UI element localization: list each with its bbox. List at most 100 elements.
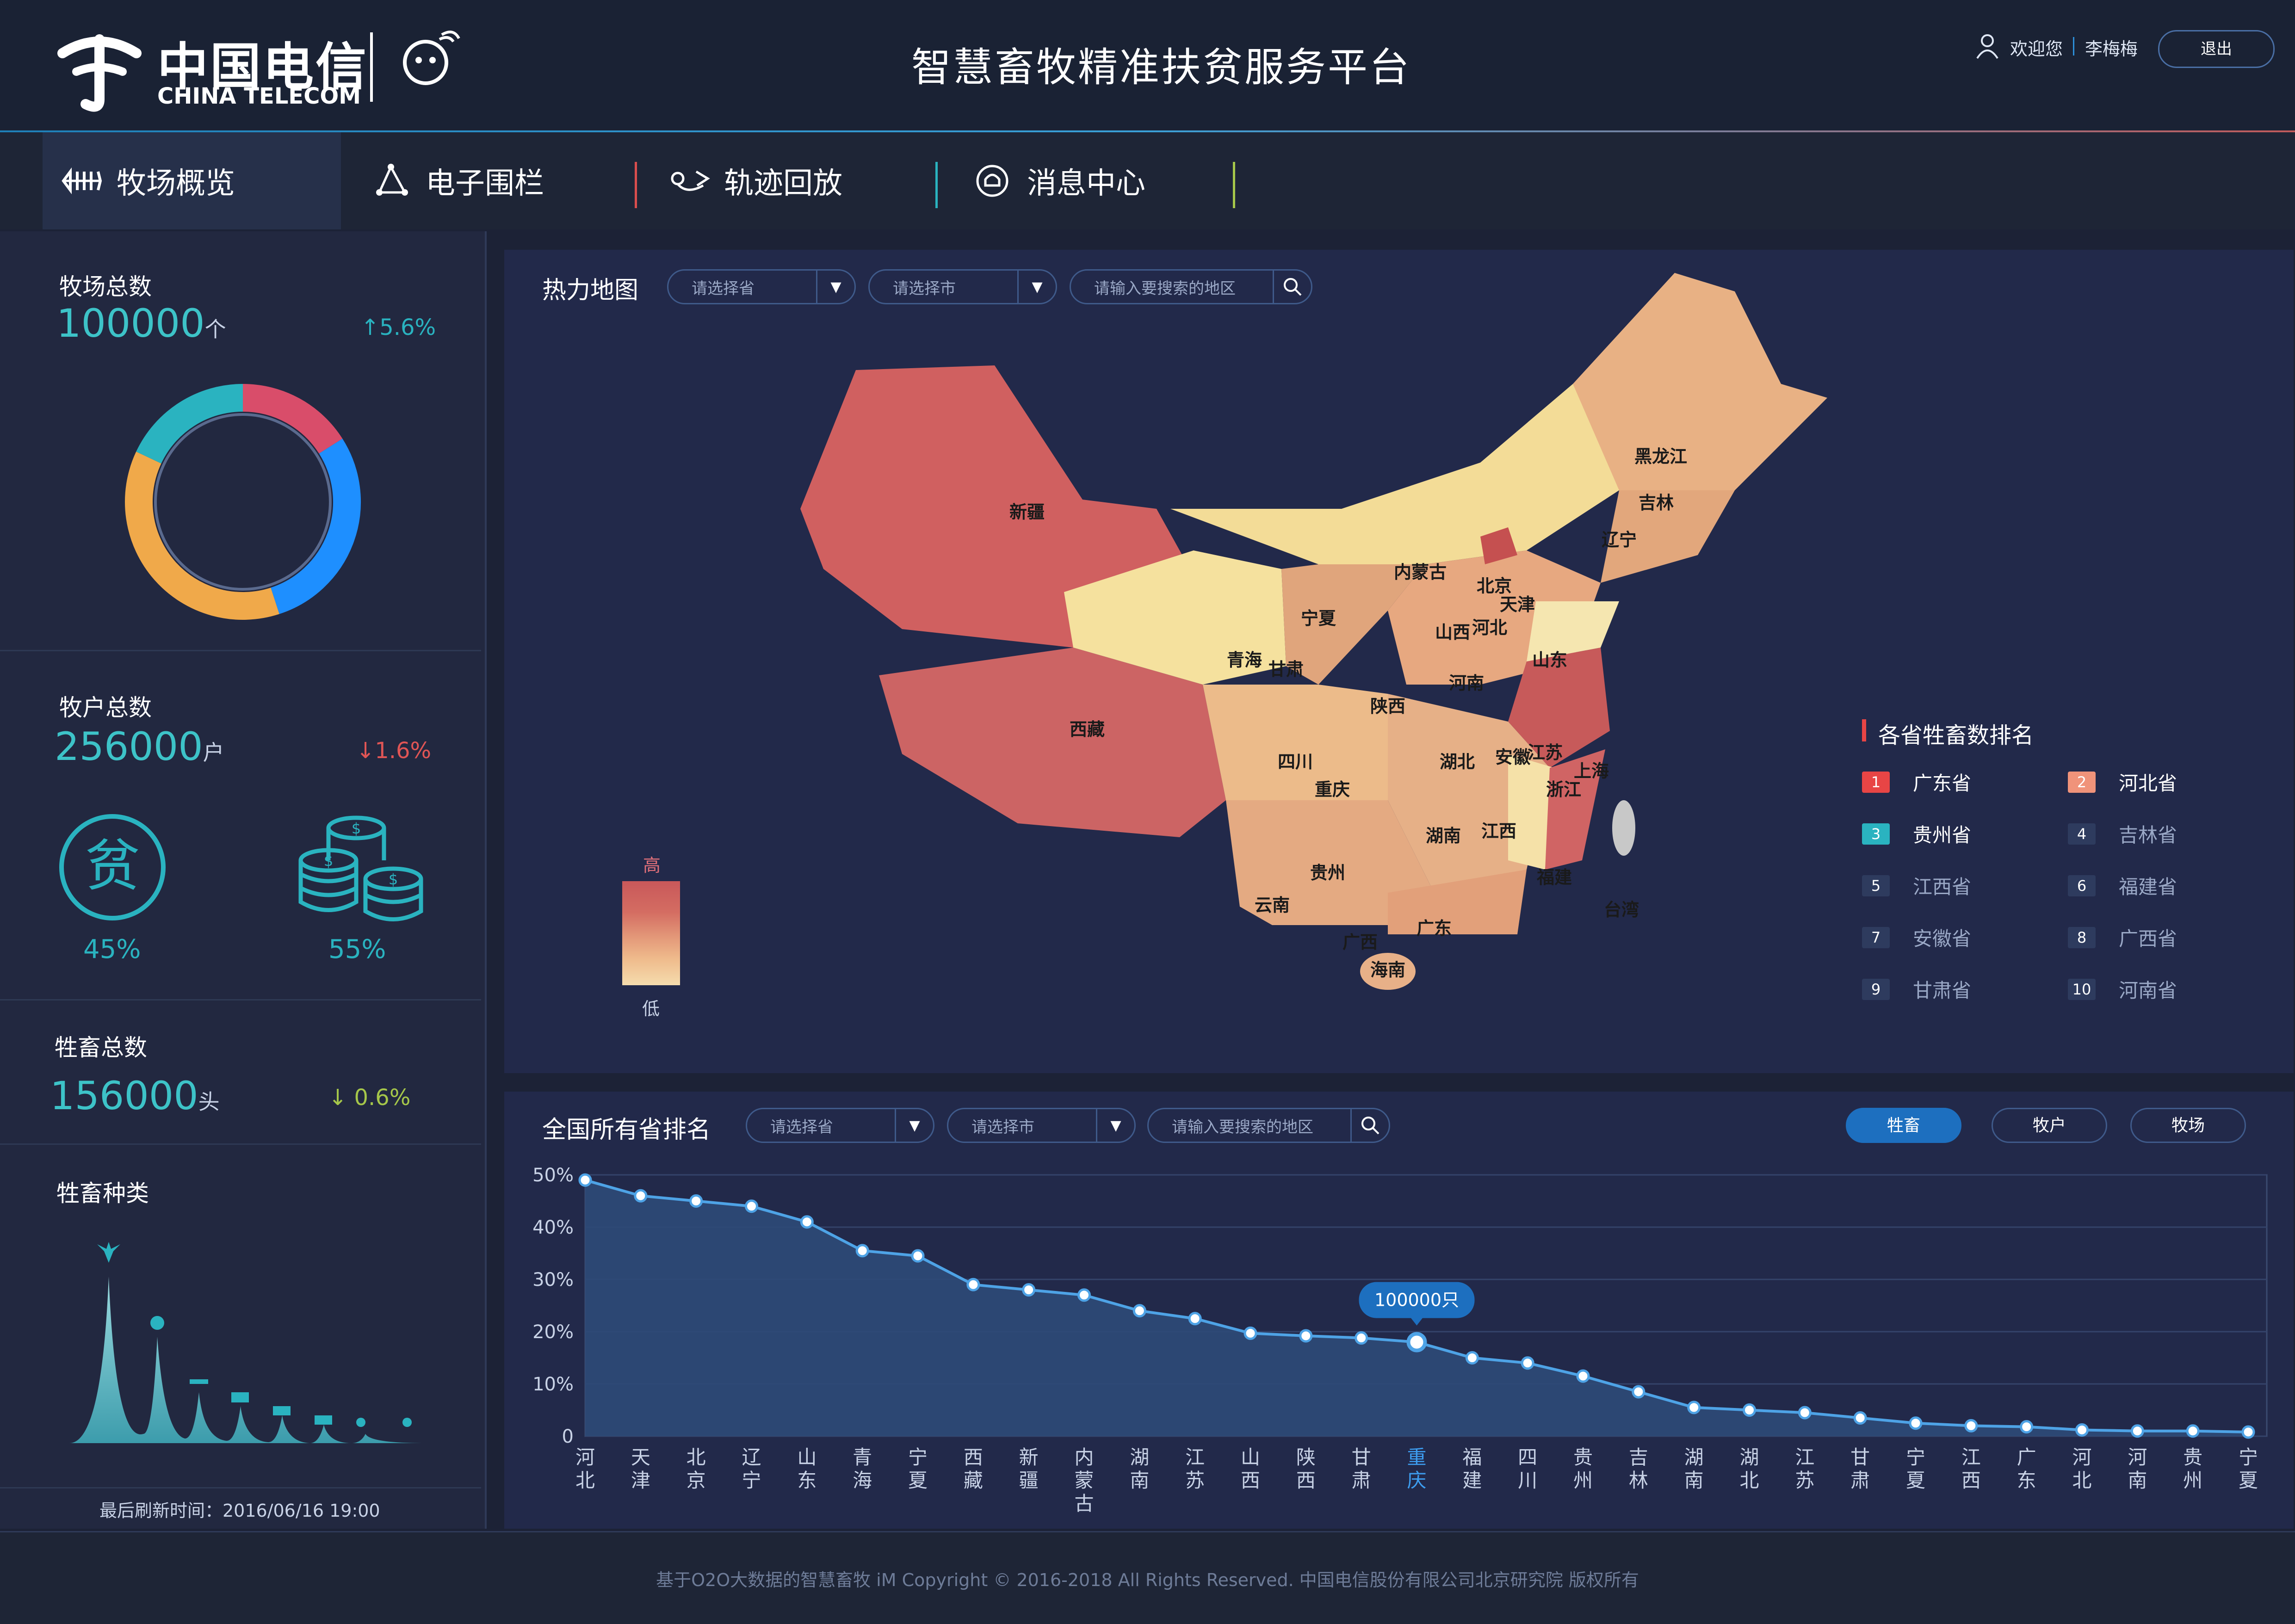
x-tick-label: 内 bbox=[1074, 1446, 1094, 1469]
ranking-item[interactable]: 9 甘肃省 bbox=[1862, 975, 1971, 1003]
data-point[interactable] bbox=[1465, 1351, 1479, 1365]
province-label: 贵州 bbox=[1310, 863, 1345, 883]
ranking-item[interactable]: 7 安徽省 bbox=[1862, 923, 1971, 951]
rank-badge: 3 bbox=[1862, 823, 1890, 845]
x-tick-label: 江 bbox=[1961, 1446, 1981, 1469]
data-point[interactable] bbox=[800, 1215, 814, 1229]
data-point[interactable] bbox=[2130, 1424, 2144, 1438]
x-tick-label: 宁 bbox=[2239, 1446, 2258, 1469]
province-ranking-chart[interactable]: 010%20%30%40%50%河北天津北京辽宁山东青海宁夏西藏新疆内蒙古湖南江… bbox=[509, 1156, 2290, 1526]
tab-electronic-fence[interactable]: 电子围栏 bbox=[370, 132, 629, 229]
data-point[interactable] bbox=[1743, 1403, 1756, 1417]
y-tick-label: 0 bbox=[562, 1426, 574, 1447]
x-tick-label: 藏 bbox=[964, 1469, 983, 1492]
data-point[interactable] bbox=[2241, 1425, 2255, 1439]
province-label: 北京 bbox=[1477, 576, 1512, 596]
chevron-down-icon[interactable]: ▼ bbox=[1096, 1109, 1134, 1142]
data-point[interactable] bbox=[1964, 1419, 1978, 1433]
data-point[interactable] bbox=[1022, 1283, 1036, 1297]
herder-total-value-group: 256000户 bbox=[55, 724, 224, 769]
data-point[interactable] bbox=[2020, 1420, 2034, 1434]
ranch-donut-chart bbox=[125, 384, 361, 620]
rank-province-name: 贵州省 bbox=[1913, 824, 1972, 846]
welcome-text: 欢迎您 bbox=[2010, 39, 2063, 59]
x-tick-label: 河 bbox=[575, 1446, 595, 1469]
x-tick-label: 新 bbox=[1019, 1446, 1039, 1469]
x-tick-label: 湖 bbox=[1130, 1446, 1149, 1469]
search-icon[interactable] bbox=[1350, 1109, 1389, 1142]
data-point[interactable] bbox=[1632, 1385, 1645, 1399]
toggle-ranches[interactable]: 牧场 bbox=[2130, 1108, 2246, 1143]
chevron-down-icon[interactable]: ▼ bbox=[895, 1109, 933, 1142]
ranking-item[interactable]: 1 广东省 bbox=[1862, 768, 1971, 796]
tab-track-replay[interactable]: 轨迹回放 bbox=[668, 132, 928, 229]
data-point[interactable] bbox=[1243, 1326, 1257, 1340]
province-label: 河北 bbox=[1472, 617, 1507, 638]
rank-city-select[interactable]: 请选择市 ▼ bbox=[947, 1108, 1136, 1143]
x-tick-label: 甘 bbox=[1850, 1446, 1870, 1469]
user-name[interactable]: 李梅梅 bbox=[2085, 35, 2138, 60]
data-point[interactable] bbox=[1853, 1411, 1867, 1425]
x-tick-label: 四 bbox=[1518, 1446, 1537, 1469]
y-tick-label: 50% bbox=[532, 1165, 574, 1186]
ranking-item[interactable]: 4 吉林省 bbox=[2068, 820, 2177, 848]
legend-high: 高 bbox=[643, 855, 661, 876]
data-point[interactable] bbox=[689, 1194, 703, 1208]
tab-message-center[interactable]: 消息中心 bbox=[971, 132, 1231, 229]
ranking-item[interactable]: 5 江西省 bbox=[1862, 871, 1971, 900]
data-point[interactable] bbox=[1188, 1312, 1202, 1326]
toggle-herders[interactable]: 牧户 bbox=[1992, 1108, 2107, 1143]
data-point[interactable] bbox=[1132, 1304, 1146, 1318]
ranking-item[interactable]: 2 河北省 bbox=[2068, 768, 2177, 796]
x-tick-label: 南 bbox=[1130, 1469, 1149, 1492]
data-point[interactable] bbox=[1406, 1332, 1427, 1352]
data-point[interactable] bbox=[855, 1244, 869, 1258]
tab-ranch-overview[interactable]: 牧场概览 bbox=[43, 132, 341, 229]
x-tick-label: 津 bbox=[631, 1469, 650, 1492]
herder-total-unit: 户 bbox=[203, 740, 224, 765]
data-point[interactable] bbox=[1576, 1369, 1590, 1383]
data-point[interactable] bbox=[966, 1278, 980, 1291]
footer-copyright: 基于O2O大数据的智慧畜牧 iM Copyright © 2016-2018 A… bbox=[656, 1570, 1639, 1590]
rank-badge: 10 bbox=[2068, 978, 2096, 1000]
x-tick-label: 东 bbox=[797, 1469, 817, 1492]
rank-province-name: 广东省 bbox=[1913, 772, 1972, 795]
x-tick-label: 夏 bbox=[2239, 1469, 2258, 1492]
ranking-item[interactable]: 3 贵州省 bbox=[1862, 820, 1971, 848]
x-tick-label: 北 bbox=[2072, 1469, 2091, 1492]
ranking-item[interactable]: 6 福建省 bbox=[2068, 871, 2177, 900]
x-tick-label: 川 bbox=[1518, 1469, 1537, 1492]
divider bbox=[0, 999, 481, 1000]
logout-button[interactable]: 退出 bbox=[2158, 30, 2275, 68]
rank-search-input[interactable]: 请输入要搜索的地区 bbox=[1147, 1108, 1390, 1143]
ranch-total-value: 100000 bbox=[56, 301, 205, 346]
x-tick-label: 贵 bbox=[2183, 1446, 2202, 1469]
data-point[interactable] bbox=[1355, 1331, 1368, 1345]
data-point[interactable] bbox=[634, 1189, 648, 1203]
data-point[interactable] bbox=[578, 1173, 592, 1187]
data-point[interactable] bbox=[1077, 1288, 1091, 1302]
data-point[interactable] bbox=[911, 1249, 925, 1263]
x-tick-label: 西 bbox=[1961, 1469, 1981, 1492]
data-point[interactable] bbox=[2075, 1423, 2089, 1437]
ranking-item[interactable]: 10 河南省 bbox=[2068, 975, 2177, 1003]
data-point[interactable] bbox=[1687, 1401, 1701, 1414]
china-heatmap[interactable]: 新疆西藏 青海 甘肃 宁夏 内蒙古 黑龙江吉林辽宁北京天津河北山西山东河南陕西四川重庆 湖北… bbox=[786, 268, 1850, 1045]
data-point[interactable] bbox=[745, 1199, 758, 1213]
shepherd-boy-logo-icon bbox=[403, 31, 460, 85]
data-point[interactable] bbox=[1798, 1406, 1812, 1420]
ranking-item[interactable]: 8 广西省 bbox=[2068, 923, 2177, 951]
svg-text:$: $ bbox=[352, 820, 361, 837]
data-point[interactable] bbox=[1299, 1329, 1313, 1343]
ranch-total-value-group: 100000个 bbox=[56, 301, 226, 346]
rank-badge: 1 bbox=[1862, 771, 1890, 793]
x-tick-label: 北 bbox=[1739, 1469, 1759, 1492]
data-point[interactable] bbox=[1909, 1416, 1923, 1430]
data-point[interactable] bbox=[1521, 1356, 1534, 1370]
province-label: 四川 bbox=[1278, 752, 1313, 772]
y-tick-label: 10% bbox=[532, 1374, 574, 1395]
toggle-livestock[interactable]: 牲畜 bbox=[1846, 1108, 1961, 1143]
data-point[interactable] bbox=[2186, 1424, 2200, 1438]
rank-province-name: 甘肃省 bbox=[1913, 979, 1972, 1002]
rank-province-select[interactable]: 请选择省 ▼ bbox=[746, 1108, 934, 1143]
